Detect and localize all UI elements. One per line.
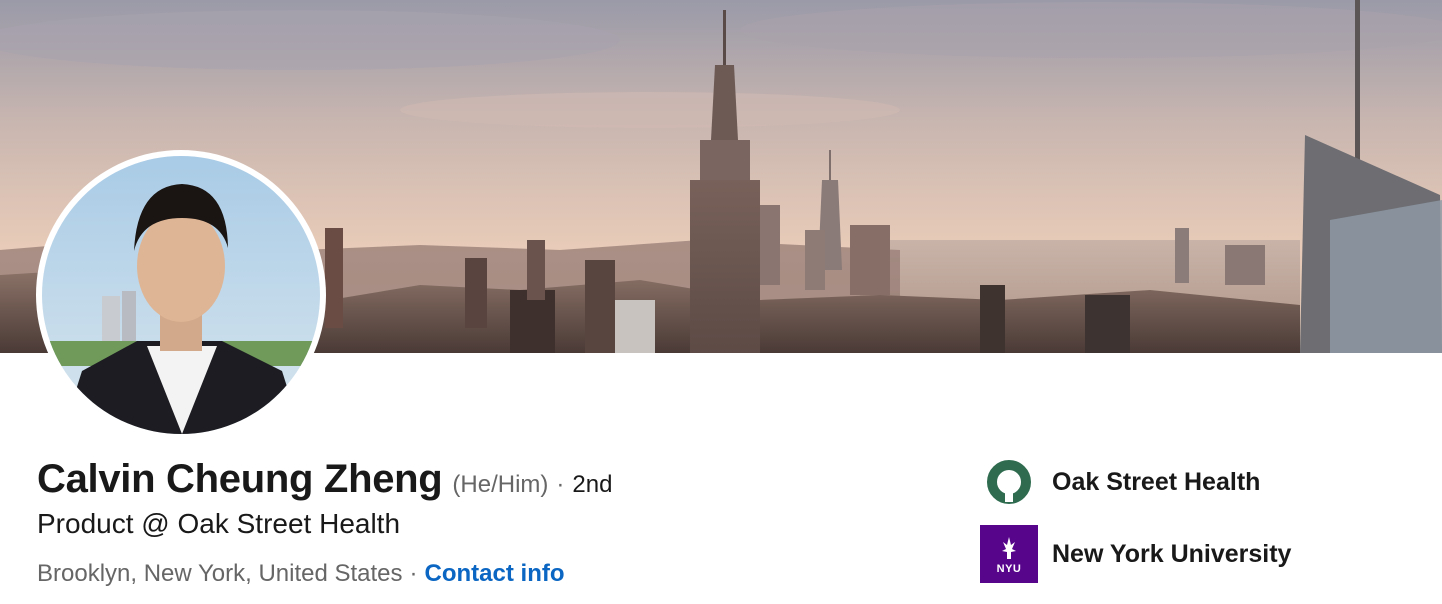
name-row: Calvin Cheung Zheng (He/Him) · 2nd — [37, 457, 612, 502]
org-name: New York University — [1052, 539, 1292, 568]
org-name: Oak Street Health — [1052, 467, 1261, 496]
nyu-logo-icon: NYU — [980, 525, 1038, 583]
profile-location: Brooklyn, New York, United States — [37, 560, 403, 587]
contact-info-link[interactable]: Contact info — [425, 560, 565, 587]
separator-dot: · — [409, 560, 418, 587]
location-row: Brooklyn, New York, United States · Contac… — [37, 560, 565, 588]
profile-name: Calvin Cheung Zheng — [37, 457, 443, 501]
org-new-york-university[interactable]: NYU New York University — [980, 525, 1291, 583]
nyu-logo-text: NYU — [996, 563, 1022, 575]
connection-degree: 2nd — [572, 471, 613, 498]
org-oak-street-health[interactable]: Oak Street Health — [980, 453, 1260, 511]
profile-headline: Product @ Oak Street Health — [37, 508, 401, 539]
profile-avatar[interactable] — [36, 150, 326, 440]
profile-pronouns: (He/Him) — [452, 471, 549, 498]
separator-dot: · — [556, 471, 565, 498]
profile-photo — [42, 156, 320, 434]
oak-street-health-logo-icon — [980, 453, 1038, 511]
